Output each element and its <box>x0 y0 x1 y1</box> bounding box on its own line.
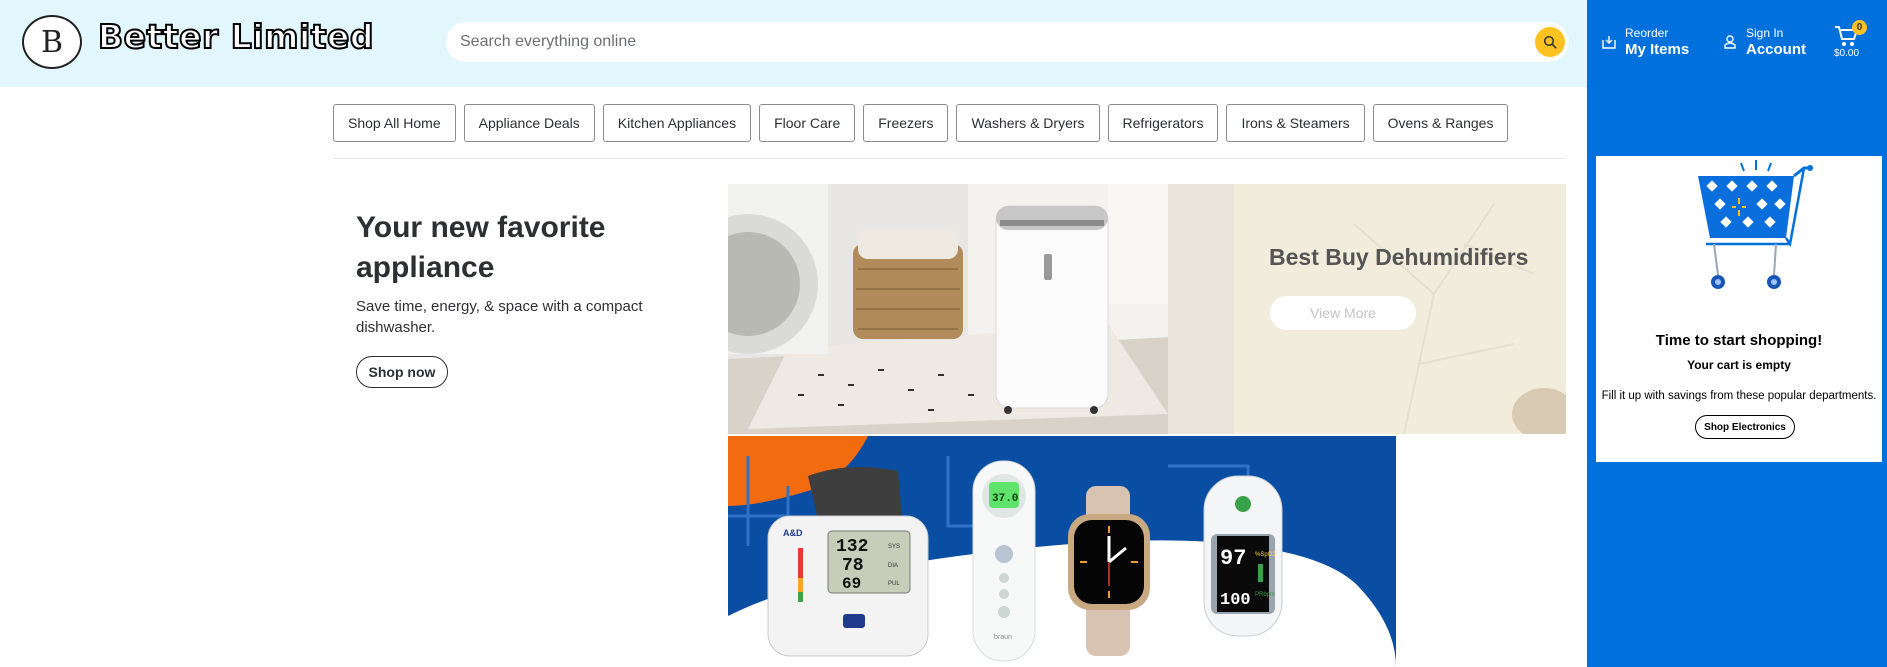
user-icon <box>1724 35 1736 49</box>
category-shop-all-home[interactable]: Shop All Home <box>333 104 456 142</box>
hero-subtitle: Save time, energy, & space with a compac… <box>356 298 643 336</box>
bp-diastolic-reading: 78 <box>842 556 864 576</box>
thermometer-brand: braun <box>994 634 1012 641</box>
bp-dia-unit: DIA <box>888 563 898 569</box>
brand-logo-letter: B <box>40 24 64 60</box>
thermometer-icon: 37.0 braun <box>972 460 1036 662</box>
category-washers-dryers[interactable]: Washers & Dryers <box>956 104 1100 142</box>
shop-electronics-button[interactable]: Shop Electronics <box>1695 415 1795 439</box>
dehumidifier-banner[interactable]: Best Buy Dehumidifiers View More <box>728 184 1566 434</box>
category-nav: Shop All Home Appliance Deals Kitchen Ap… <box>333 104 1509 142</box>
view-more-button[interactable]: View More <box>1270 296 1416 330</box>
brand-name[interactable]: Better Limited <box>97 16 375 57</box>
category-freezers[interactable]: Freezers <box>863 104 949 142</box>
brand-logo[interactable]: B <box>22 15 82 69</box>
bp-systolic-reading: 132 <box>836 537 868 557</box>
empty-cart-subtitle: Your cart is empty <box>1687 358 1791 372</box>
oximeter-spo2-reading: 97 <box>1220 546 1246 571</box>
sign-in-label: Sign In <box>1746 26 1784 40</box>
empty-cart-message: Fill it up with savings from these popul… <box>1601 390 1877 402</box>
oximeter-pulse-reading: 100 <box>1220 591 1251 610</box>
bp-brand-label: A&D <box>783 528 803 538</box>
search-button[interactable] <box>1535 27 1565 57</box>
category-floor-care[interactable]: Floor Care <box>759 104 856 142</box>
reorder-label: Reorder <box>1625 26 1669 40</box>
category-kitchen-appliances[interactable]: Kitchen Appliances <box>602 104 752 142</box>
bp-pulse-reading: 69 <box>842 575 861 593</box>
site-header: B Better Limited <box>0 0 1587 87</box>
thermometer-reading: 37.0 <box>992 493 1018 505</box>
category-refrigerators[interactable]: Refrigerators <box>1107 104 1219 142</box>
dehumidifier-room-image <box>728 184 1234 434</box>
sign-in-account-link[interactable]: Sign In Account <box>1722 26 1806 60</box>
category-irons-steamers[interactable]: Irons & Steamers <box>1226 104 1365 142</box>
oximeter-pulse-unit: PRbpm <box>1255 592 1275 598</box>
search-input[interactable] <box>460 22 1520 62</box>
empty-cart-title: Time to start shopping! <box>1655 332 1823 349</box>
my-items-label: My Items <box>1625 41 1690 58</box>
section-divider <box>333 158 1566 159</box>
reorder-my-items-link[interactable]: Reorder My Items <box>1601 26 1689 60</box>
dehumidifier-banner-title: Best Buy Dehumidifiers <box>1269 244 1529 270</box>
category-appliance-deals[interactable]: Appliance Deals <box>463 104 595 142</box>
oximeter-spo2-unit: %SpO2 <box>1255 552 1276 558</box>
shopping-cart-illustration <box>1698 160 1813 289</box>
hero-title: Your new favorite appliance <box>356 211 606 284</box>
health-devices-image: A&D 132 78 69 SYS DIA PUL 37.0 braun 97 … <box>728 436 1396 667</box>
health-devices-banner[interactable]: A&D 132 78 69 SYS DIA PUL 37.0 braun 97 … <box>728 436 1396 667</box>
search-icon <box>1543 35 1557 49</box>
account-label: Account <box>1746 41 1806 58</box>
cart-count-badge: 0 <box>1852 20 1867 35</box>
category-ovens-ranges[interactable]: Ovens & Ranges <box>1372 104 1509 142</box>
search-bar <box>446 22 1569 62</box>
empty-cart-panel: Time to start shopping! Your cart is emp… <box>1596 156 1882 462</box>
cart-total: $0.00 <box>1834 48 1860 59</box>
bp-sys-unit: SYS <box>888 544 900 550</box>
bp-pul-unit: PUL <box>888 581 900 587</box>
pulse-oximeter-icon: 97 100 %SpO2 PRbpm <box>1203 475 1283 637</box>
reorder-icon <box>1602 36 1616 49</box>
shop-now-button[interactable]: Shop now <box>356 356 448 388</box>
